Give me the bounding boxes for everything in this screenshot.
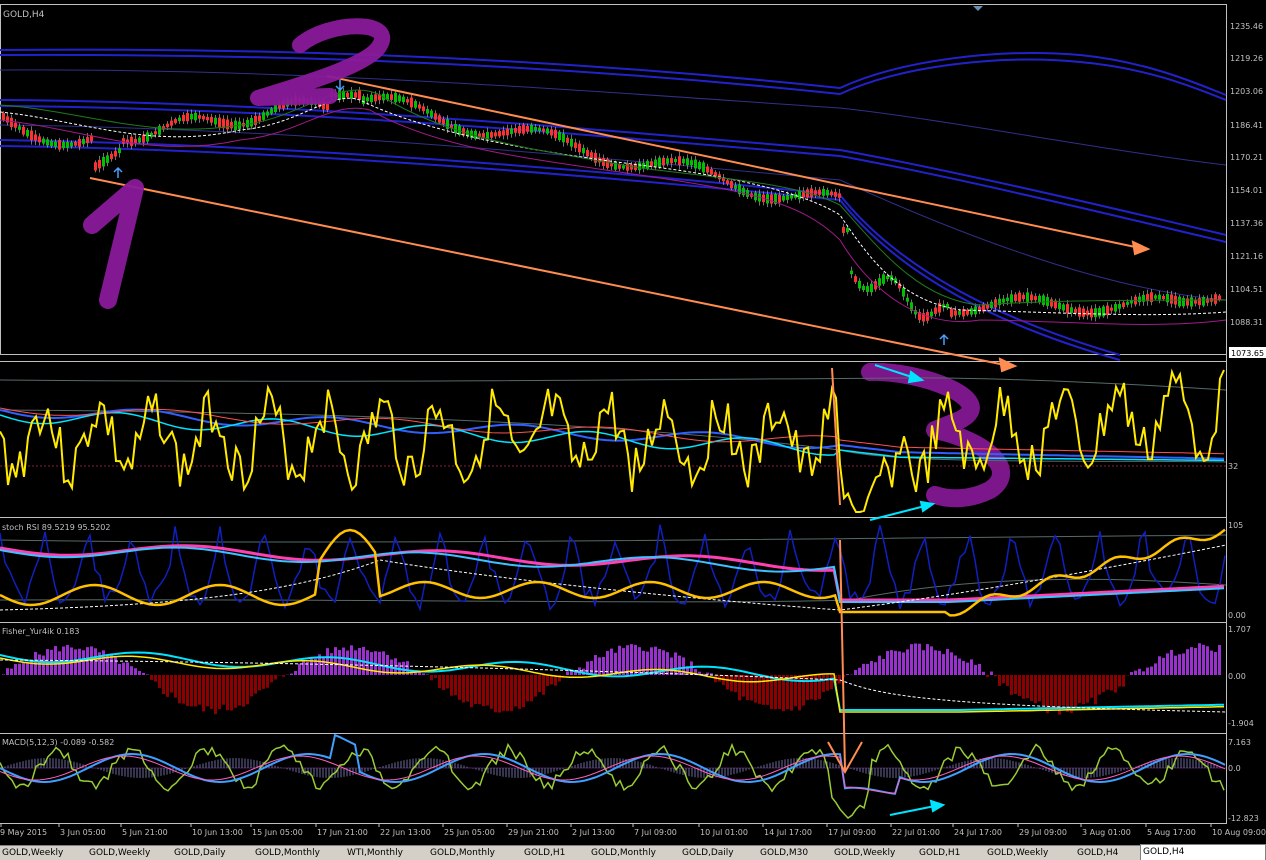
fisher-min-label: -1.904	[1228, 719, 1254, 728]
time-label: 10 Jul 01:00	[700, 828, 748, 837]
time-label: 15 Jun 05:00	[252, 828, 303, 837]
price-label: 1186.41	[1230, 121, 1263, 130]
chart-tab[interactable]: GOLD,H4	[1140, 844, 1266, 860]
time-label: 5 Jun 21:00	[122, 828, 168, 837]
time-label: 3 Jun 05:00	[60, 828, 106, 837]
time-label: 25 Jun 05:00	[444, 828, 495, 837]
time-label: 3 Aug 01:00	[1082, 828, 1131, 837]
chart-tab-label: GOLD,H1	[524, 848, 565, 858]
trading-chart[interactable]: GOLD,H4	[0, 0, 1266, 859]
price-label: 1203.06	[1230, 87, 1263, 96]
chart-tab-label: GOLD,H4	[1077, 848, 1118, 858]
chart-tab[interactable]: GOLD,Weekly	[985, 846, 1075, 860]
chart-tab[interactable]: GOLD,H4	[1075, 846, 1140, 860]
price-label: 1137.36	[1230, 219, 1263, 228]
chart-tabs-bar: GOLD,Weekly GOLD,Weekly GOLD,Daily GOLD,Mon…	[0, 845, 1266, 860]
macd-label: MACD(5,12,3) -0.089 -0.582	[2, 738, 114, 747]
time-label: 7 Jul 09:00	[634, 828, 677, 837]
chart-tab[interactable]: GOLD,H1	[917, 846, 985, 860]
chart-tab-label: GOLD,Weekly	[89, 848, 150, 858]
chart-tab[interactable]: GOLD,Weekly	[832, 846, 917, 860]
time-label: 5 Aug 17:00	[1147, 828, 1196, 837]
chart-tab-label: GOLD,Weekly	[2, 848, 63, 858]
stoch-min-label: 0.00	[1228, 611, 1246, 620]
current-price-label: 1073.65	[1231, 349, 1264, 358]
chart-tab-label: GOLD,Monthly	[430, 848, 495, 858]
chart-tab[interactable]: WTI,Monthly	[345, 846, 428, 860]
time-label: 29 Jun 21:00	[508, 828, 559, 837]
chart-tab-label: GOLD,Daily	[682, 848, 734, 858]
stoch-max-label: 105	[1228, 521, 1243, 530]
chart-tab[interactable]: GOLD,M30	[758, 846, 832, 860]
macd-zero-label: 0.0	[1228, 764, 1241, 773]
chart-tab[interactable]: GOLD,Daily	[172, 846, 253, 860]
fisher-label: Fisher_Yur4ik 0.183	[2, 627, 79, 636]
chart-tab[interactable]: GOLD,Daily	[680, 846, 758, 860]
time-label: 10 Aug 09:00	[1212, 828, 1266, 837]
price-label: 1154.01	[1230, 186, 1263, 195]
time-label: 10 Jun 13:00	[192, 828, 243, 837]
time-label: 9 May 2015	[0, 828, 47, 837]
chart-tab-label: GOLD,H1	[919, 848, 960, 858]
time-label: 24 Jul 17:00	[954, 828, 1002, 837]
price-label: 1170.21	[1230, 153, 1263, 162]
time-label: 22 Jul 01:00	[892, 828, 940, 837]
chart-tab-label: GOLD,M30	[760, 848, 808, 858]
chart-tab[interactable]: GOLD,Monthly	[589, 846, 680, 860]
time-label: 17 Jul 09:00	[828, 828, 876, 837]
time-label: 2 Jul 13:00	[572, 828, 615, 837]
chart-tab[interactable]: GOLD,Weekly	[87, 846, 172, 860]
price-label: 1235.46	[1230, 22, 1263, 31]
stoch-rsi-label: stoch RSI 89.5219 95.5202	[2, 523, 110, 532]
fisher-max-label: 1.707	[1228, 625, 1251, 634]
macd-min-label: -12.823	[1228, 814, 1259, 823]
time-label: 29 Jul 09:00	[1019, 828, 1067, 837]
chart-tab-label: WTI,Monthly	[347, 848, 403, 858]
chart-tab-label: GOLD,Monthly	[255, 848, 320, 858]
macd-max-label: 7.163	[1228, 738, 1251, 747]
time-label: 17 Jun 21:00	[317, 828, 368, 837]
oscillator-scale-label: 32	[1228, 462, 1238, 471]
price-label: 1219.26	[1230, 54, 1263, 63]
chart-tab[interactable]: GOLD,Monthly	[253, 846, 345, 860]
chart-title: GOLD,H4	[3, 10, 45, 20]
time-label: 22 Jun 13:00	[380, 828, 431, 837]
fisher-zero-label: 0.00	[1228, 672, 1246, 681]
time-label: 14 Jul 17:00	[764, 828, 812, 837]
chart-tab-label: GOLD,H4	[1143, 847, 1184, 857]
chart-tab-label: GOLD,Weekly	[987, 848, 1048, 858]
chart-tab[interactable]: GOLD,H1	[522, 846, 589, 860]
chart-tab[interactable]: GOLD,Monthly	[428, 846, 522, 860]
chart-tab[interactable]: GOLD,Weekly	[0, 846, 87, 860]
chart-tab-label: GOLD,Monthly	[591, 848, 656, 858]
price-label: 1121.16	[1230, 252, 1263, 261]
price-label: 1088.31	[1230, 318, 1263, 327]
chart-tab-label: GOLD,Daily	[174, 848, 226, 858]
chart-tab-label: GOLD,Weekly	[834, 848, 895, 858]
price-label: 1104.51	[1230, 285, 1263, 294]
